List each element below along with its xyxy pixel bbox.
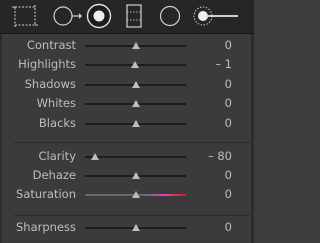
slider-row-whites: Whites 0 [0, 95, 254, 113]
shadows-label: Shadows [24, 77, 76, 91]
sharpness-value[interactable]: 0 [225, 220, 232, 234]
blacks-value[interactable]: 0 [225, 116, 232, 130]
radial-filter-icon[interactable] [158, 5, 182, 29]
saturation-slider-thumb[interactable] [131, 191, 140, 198]
develop-toolbar [0, 0, 254, 34]
slider-row-contrast: Contrast 0 [0, 37, 254, 55]
highlights-label: Highlights [18, 57, 76, 71]
adjustment-brush-icon[interactable] [192, 4, 240, 28]
sharpness-slider-thumb[interactable] [131, 224, 140, 231]
clarity-value[interactable]: – 80 [208, 149, 232, 163]
crop-overlay-icon[interactable] [12, 5, 38, 27]
contrast-value[interactable]: 0 [225, 38, 232, 52]
whites-label: Whites [36, 96, 76, 110]
dehaze-slider-thumb[interactable] [131, 172, 140, 179]
dehaze-label: Dehaze [32, 168, 76, 182]
graduated-filter-icon[interactable] [124, 4, 144, 28]
shadows-slider-thumb[interactable] [131, 81, 140, 88]
contrast-slider-thumb[interactable] [131, 42, 140, 49]
shadows-value[interactable]: 0 [225, 77, 232, 91]
slider-row-saturation: Saturation 0 [0, 186, 254, 204]
whites-slider-thumb[interactable] [131, 100, 140, 107]
slider-row-clarity: Clarity – 80 [0, 148, 254, 166]
saturation-label: Saturation [16, 187, 76, 201]
spot-removal-icon[interactable] [52, 5, 82, 27]
highlights-slider-thumb[interactable] [130, 61, 139, 68]
section-divider [14, 142, 250, 143]
basic-adjustments-panel: Contrast 0 Highlights – 1 Shadows 0 Whites 0 Bla… [0, 34, 254, 243]
sharpness-label: Sharpness [15, 220, 76, 234]
blacks-slider-thumb[interactable] [131, 120, 140, 127]
clarity-slider-track[interactable] [85, 156, 186, 158]
slider-row-sharpness: Sharpness 0 [0, 219, 254, 237]
blacks-label: Blacks [38, 116, 76, 130]
slider-row-dehaze: Dehaze 0 [0, 167, 254, 185]
saturation-value[interactable]: 0 [225, 187, 232, 201]
dehaze-value[interactable]: 0 [225, 168, 232, 182]
clarity-label: Clarity [38, 149, 76, 163]
slider-row-highlights: Highlights – 1 [0, 56, 254, 74]
slider-row-blacks: Blacks 0 [0, 115, 254, 133]
highlights-value[interactable]: – 1 [215, 57, 232, 71]
section-divider [14, 215, 250, 216]
red-eye-correction-icon[interactable] [86, 3, 112, 29]
contrast-label: Contrast [26, 38, 76, 52]
whites-value[interactable]: 0 [225, 96, 232, 110]
clarity-slider-thumb[interactable] [91, 153, 100, 160]
slider-row-shadows: Shadows 0 [0, 76, 254, 94]
